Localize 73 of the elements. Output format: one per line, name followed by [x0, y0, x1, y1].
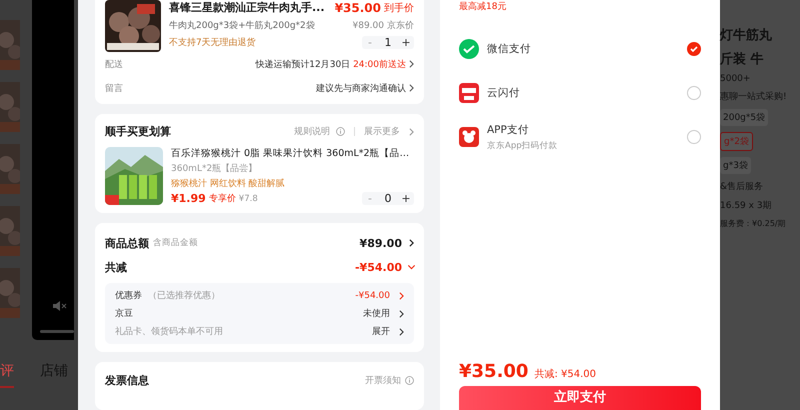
invoice-notice-link[interactable]: 开票须知	[365, 374, 401, 386]
jd-price: ¥89.00	[352, 20, 384, 30]
page-text: 灯牛筋丸	[720, 27, 772, 44]
delivery-label: 配送	[105, 58, 123, 70]
option-label: 微信支付	[487, 42, 532, 56]
option-label: 云闪付	[487, 86, 521, 100]
product-price: ¥1.99	[171, 192, 206, 205]
option-note: 京东App扫码付款	[487, 140, 559, 152]
total-note: 含商品金额	[153, 237, 198, 249]
plus-button[interactable]: +	[398, 192, 414, 205]
page-text: 服务费：¥0.25/期	[720, 218, 786, 229]
detail-note: （已选推荐优惠）	[148, 290, 220, 302]
tab[interactable]: 评	[0, 362, 14, 388]
product-tags: 猕猴桃汁 网红饮料 酸甜解腻	[171, 177, 414, 190]
message-label: 留言	[105, 82, 123, 94]
radio-button[interactable]	[687, 130, 701, 144]
product-spec: 360mL*2瓶【品尝】	[171, 162, 258, 175]
rules-link[interactable]: 规则说明	[294, 125, 330, 138]
detail-value[interactable]: 未使用	[363, 307, 390, 320]
quantity-value: 1	[384, 36, 392, 49]
page-text: 16.59 x 3期	[720, 200, 772, 212]
chevron-icon[interactable]	[408, 264, 416, 270]
product-price: ¥35.00	[334, 0, 381, 14]
payment-option[interactable]: 微信支付	[459, 27, 701, 71]
delivery-info[interactable]: 快递运输预计12月30日 24:00前送达	[255, 58, 406, 70]
plus-button[interactable]: +	[398, 36, 414, 49]
option-chip[interactable]: g*3袋	[720, 157, 751, 174]
product-title: 百乐洋猕猴桃汁 0脂 果味果汁饮料 360mL*2瓶【品…	[171, 147, 410, 160]
chevron-right-icon[interactable]	[409, 60, 414, 68]
original-price: ¥7.8	[238, 194, 258, 204]
chevron-right-icon[interactable]	[409, 84, 414, 92]
page-text: &售后服务	[720, 180, 764, 193]
minus-button[interactable]: -	[362, 192, 378, 205]
chevron-right-icon[interactable]	[399, 328, 404, 336]
section-title: 发票信息	[105, 372, 149, 388]
page-text: 斤装 牛	[720, 50, 764, 68]
page-text: 5000+	[720, 74, 750, 84]
return-notice: 不支持7天无理由退货	[169, 36, 257, 49]
promo-text: 最高减18元	[459, 0, 508, 13]
detail-label: 礼品卡、领货码本单不可用	[115, 326, 223, 338]
chevron-right-icon[interactable]	[409, 239, 414, 247]
product-title: 喜锋三星款潮汕正宗牛肉丸手...	[169, 0, 326, 15]
option-chip[interactable]: 200g*5袋	[720, 109, 768, 126]
total-price: ¥35.00	[459, 361, 528, 382]
total-label: 商品总额	[105, 236, 149, 250]
radio-button[interactable]	[687, 86, 701, 100]
discount-label: 共减	[105, 260, 127, 274]
minus-button[interactable]: -	[362, 36, 378, 49]
info-icon[interactable]	[405, 376, 414, 384]
product-spec: 牛肉丸200g*3袋+牛筋丸200g*2袋	[169, 20, 316, 32]
detail-label: 优惠券	[115, 290, 142, 302]
detail-label: 京豆	[115, 308, 133, 320]
pay-button[interactable]: 立即支付	[459, 386, 701, 410]
chevron-right-icon[interactable]	[399, 310, 404, 318]
section-title: 顺手买更划算	[105, 124, 171, 139]
price-label: 专享价	[208, 192, 236, 205]
message-link[interactable]: 建议先与商家沟通确认	[316, 82, 406, 94]
info-icon[interactable]	[336, 127, 345, 136]
saved-amount: 共减: ¥54.00	[534, 368, 596, 381]
payment-option[interactable]: 云闪付	[459, 71, 701, 115]
show-more-link[interactable]: 展示更多	[364, 125, 400, 138]
payment-option[interactable]: APP支付 京东App扫码付款	[459, 115, 701, 159]
price-label: 到手价	[384, 2, 414, 14]
detail-value[interactable]: -¥54.00	[355, 290, 390, 300]
radio-button[interactable]	[687, 42, 701, 56]
option-label: APP支付	[487, 122, 530, 136]
detail-value[interactable]: 展开	[372, 325, 390, 338]
discount-amount[interactable]: -¥54.00	[354, 260, 402, 274]
price-label: 京东价	[387, 20, 414, 32]
mute-icon[interactable]	[52, 300, 68, 312]
quantity-value: 0	[384, 192, 392, 205]
card-icon	[459, 83, 479, 103]
total-amount[interactable]: ¥89.00	[360, 236, 402, 250]
